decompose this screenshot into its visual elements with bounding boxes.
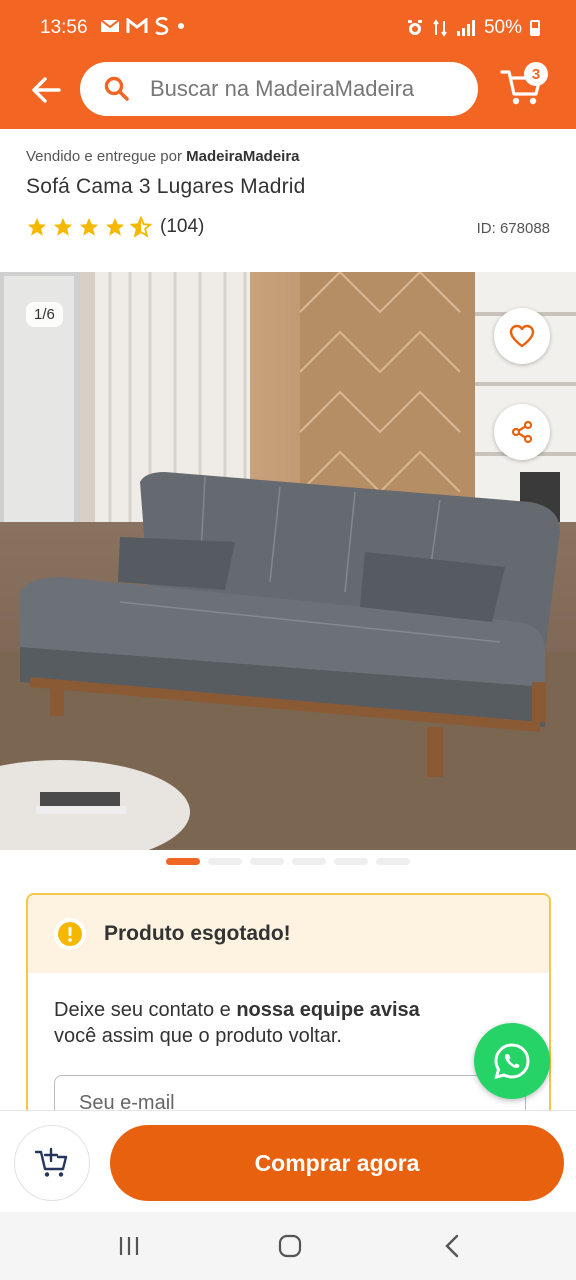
chevron-left-icon xyxy=(445,1234,459,1258)
screen: 13:56 50% 3 xyxy=(0,0,576,1280)
rating-count: (104) xyxy=(160,216,205,237)
search-icon xyxy=(104,76,129,101)
out-of-stock-card: Produto esgotado! Deixe seu contato e no… xyxy=(26,893,551,1133)
star-full-icon xyxy=(53,217,73,236)
pagination-dot[interactable] xyxy=(208,858,242,865)
s-icon xyxy=(155,17,169,35)
seller-name[interactable]: MadeiraMadeira xyxy=(186,148,299,165)
star-full-icon xyxy=(27,217,47,236)
battery-icon xyxy=(530,20,540,36)
product-title: Sofá Cama 3 Lugares Madrid xyxy=(26,175,306,198)
favorite-button[interactable] xyxy=(494,308,550,364)
out-of-stock-message: Deixe seu contato e nossa equipe avisa v… xyxy=(28,973,549,1073)
search-input[interactable] xyxy=(150,76,450,102)
whatsapp-icon xyxy=(494,1043,530,1080)
home-button[interactable] xyxy=(275,1234,305,1258)
recent-apps-icon xyxy=(119,1237,139,1255)
back-button[interactable] xyxy=(26,72,66,108)
data-icon xyxy=(433,19,447,37)
status-icons-left xyxy=(100,17,186,35)
buy-now-button[interactable]: Comprar agora xyxy=(110,1125,564,1201)
battery-percent: 50% xyxy=(483,17,522,38)
image-counter: 1/6 xyxy=(26,302,63,327)
whatsapp-button[interactable] xyxy=(474,1023,550,1099)
cart-button[interactable]: 3 xyxy=(500,62,550,112)
recent-apps-button[interactable] xyxy=(114,1234,144,1258)
seller-prefix: Vendido e entregue por xyxy=(26,148,182,165)
status-icons-right: 50% xyxy=(406,17,540,39)
dot-icon xyxy=(178,23,184,29)
status-bar: 13:56 50% xyxy=(0,0,576,58)
bottom-action-bar: Comprar agora xyxy=(0,1110,576,1212)
mail-icon xyxy=(100,19,120,32)
star-full-icon xyxy=(79,217,99,236)
share-icon xyxy=(511,420,533,444)
heart-icon xyxy=(509,324,535,348)
product-id: ID: 678088 xyxy=(476,220,550,237)
app-header: 13:56 50% 3 xyxy=(0,0,576,129)
search-bar[interactable] xyxy=(80,62,478,116)
pagination-dot[interactable] xyxy=(334,858,368,865)
warning-icon xyxy=(54,918,86,950)
status-time: 13:56 xyxy=(40,17,88,38)
gallery-pagination xyxy=(0,858,576,865)
seller-info: Vendido e entregue por MadeiraMadeira xyxy=(26,148,300,165)
arrow-left-icon xyxy=(32,77,61,103)
star-full-icon xyxy=(105,217,125,236)
gmail-icon xyxy=(126,18,148,33)
system-nav-bar xyxy=(0,1212,576,1280)
message-part-2: você assim que o produto voltar. xyxy=(54,1025,342,1047)
product-rating[interactable]: (104) xyxy=(26,216,204,238)
add-to-cart-icon xyxy=(34,1147,68,1177)
product-image[interactable] xyxy=(0,272,576,850)
pagination-dot[interactable] xyxy=(376,858,410,865)
message-bold: nossa equipe avisa xyxy=(236,999,420,1021)
cart-count-badge: 3 xyxy=(524,62,548,86)
message-part-1: Deixe seu contato e xyxy=(54,999,231,1021)
home-icon xyxy=(278,1234,302,1258)
system-back-button[interactable] xyxy=(437,1234,467,1258)
out-of-stock-title: Produto esgotado! xyxy=(104,922,291,945)
pagination-dot[interactable] xyxy=(292,858,326,865)
pagination-dot[interactable] xyxy=(250,858,284,865)
star-half-icon xyxy=(130,216,152,238)
out-of-stock-header: Produto esgotado! xyxy=(28,895,549,973)
pagination-dot-active[interactable] xyxy=(166,858,200,865)
product-image-gallery[interactable]: 1/6 xyxy=(0,272,576,850)
share-button[interactable] xyxy=(494,404,550,460)
add-to-cart-button[interactable] xyxy=(14,1125,90,1201)
signal-icon xyxy=(456,20,475,36)
alarm-icon xyxy=(407,20,422,35)
